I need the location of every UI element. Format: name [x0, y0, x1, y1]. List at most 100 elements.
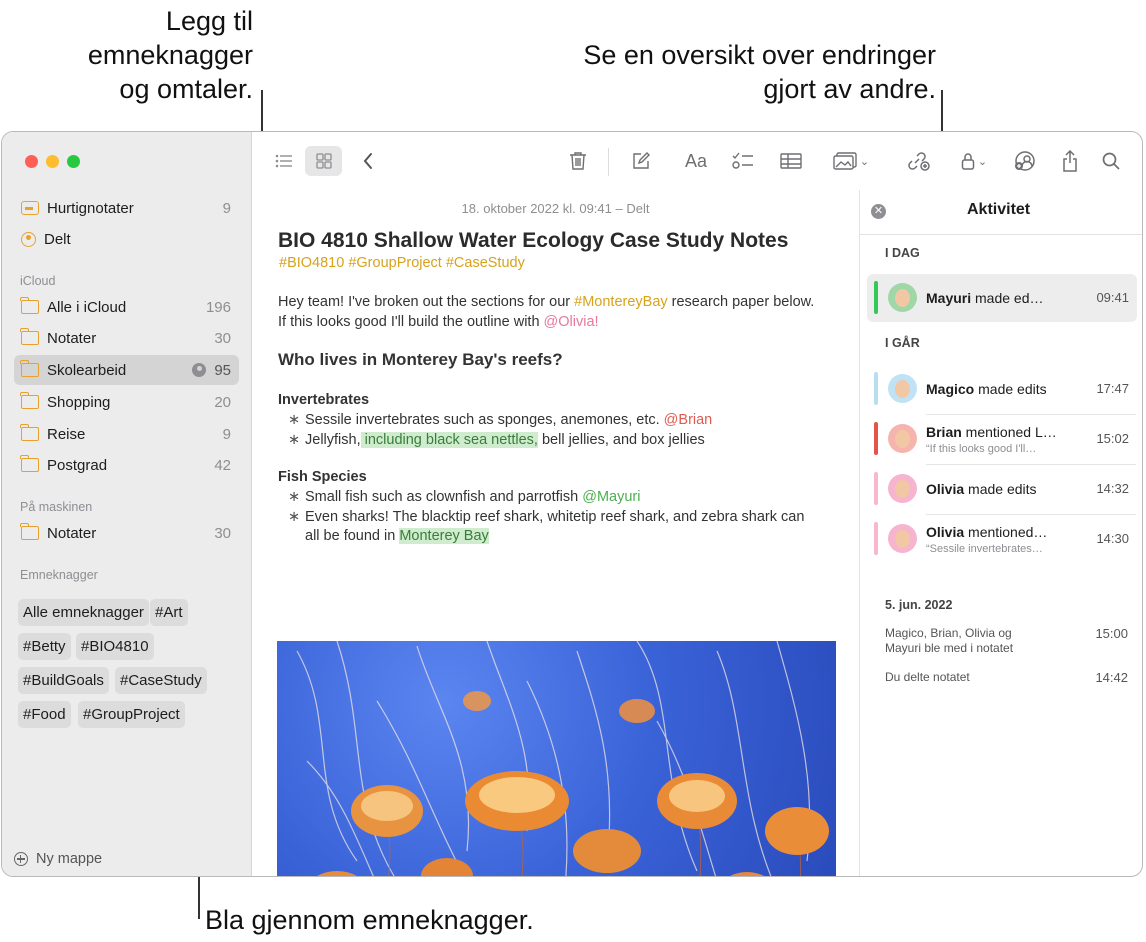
section-heading-invertebrates: Invertebrates	[278, 392, 370, 408]
text: bell jellies, and box jellies	[537, 431, 705, 448]
collaborate-icon[interactable]	[905, 148, 933, 174]
callout-line: og omtaler.	[119, 74, 253, 104]
new-folder-button[interactable]: Ny mappe	[14, 851, 102, 867]
history-time: 14:42	[1095, 670, 1128, 685]
sidebar-item-travel[interactable]: Reise 9	[14, 419, 239, 449]
avatar	[888, 474, 917, 503]
sidebar-item-mac-notes[interactable]: Notater 30	[14, 518, 239, 548]
activity-action: made edits	[964, 481, 1037, 497]
activity-color-bar	[874, 281, 878, 314]
tag-betty[interactable]: #Betty	[18, 633, 71, 660]
sidebar-item-count: 20	[214, 393, 231, 411]
bullet-list-fish: Small fish such as clownfish and parrotf…	[288, 488, 818, 547]
folder-icon	[20, 455, 39, 472]
activity-user: Olivia	[926, 481, 965, 497]
back-icon[interactable]	[356, 148, 380, 174]
highlighted-text: including black sea nettles,	[360, 431, 538, 448]
search-icon[interactable]	[1099, 148, 1123, 174]
callout-activity: Se en oversikt over endringer gjort av a…	[583, 38, 936, 106]
activity-user: Mayuri	[926, 290, 972, 306]
format-icon[interactable]: Aa	[681, 148, 711, 174]
activity-action: mentioned L…	[961, 424, 1057, 440]
activity-time: 14:32	[1096, 481, 1129, 496]
tag-food[interactable]: #Food	[18, 701, 71, 728]
close-icon[interactable]: ✕	[871, 204, 886, 219]
tag-buildgoals[interactable]: #BuildGoals	[18, 667, 109, 694]
trash-icon[interactable]	[566, 148, 590, 174]
gallery-view-icon[interactable]	[305, 146, 342, 176]
activity-row[interactable]: Mayuri made ed… 09:41	[867, 274, 1137, 322]
activity-text: Magico made edits	[926, 381, 1047, 397]
tag-groupproject[interactable]: #GroupProject	[78, 701, 185, 728]
sidebar-item-label: Postgrad	[47, 456, 108, 474]
mention-mayuri[interactable]: @Mayuri	[582, 489, 640, 505]
history-text: Magico, Brian, Olivia og	[885, 626, 1012, 640]
activity-color-bar	[874, 422, 878, 455]
sidebar-item-count: 42	[214, 456, 231, 474]
section-label-icloud: iCloud	[20, 274, 56, 288]
activity-icon[interactable]	[1011, 148, 1039, 174]
activity-snippet: “If this looks good I'll…	[926, 443, 1037, 455]
mention-brian[interactable]: @Brian	[664, 412, 713, 428]
sidebar-item-shared[interactable]: Delt	[14, 224, 239, 254]
notes-window: Hurtignotater 9 Delt iCloud Alle i iClou…	[1, 131, 1143, 877]
activity-title: Aktivitet	[967, 201, 1031, 218]
history-entry: Magico, Brian, Olivia og Mayuri ble med …	[885, 626, 1013, 656]
activity-row[interactable]: Olivia made edits 14:32	[867, 465, 1137, 513]
callout-line: gjort av andre.	[763, 74, 936, 104]
sidebar-item-quick-notes[interactable]: Hurtignotater 9	[14, 193, 239, 223]
sidebar-item-postgrad[interactable]: Postgrad 42	[14, 450, 239, 480]
jellyfish-photo[interactable]	[277, 641, 836, 876]
table-icon[interactable]	[778, 148, 804, 174]
activity-row[interactable]: Magico made edits 17:47	[867, 365, 1137, 413]
sidebar-item-label: Reise	[47, 425, 86, 443]
shared-icon	[21, 231, 36, 247]
callout-line: emneknagger	[87, 40, 253, 70]
shared-person-icon	[192, 363, 207, 377]
sidebar-item-notes[interactable]: Notater 30	[14, 323, 239, 353]
text: Jellyfish,	[305, 431, 361, 448]
activity-action: mentioned…	[964, 524, 1048, 540]
share-icon[interactable]	[1058, 148, 1082, 174]
chevron-down-icon: ⌄	[859, 155, 870, 168]
tag-art[interactable]: #Art	[150, 599, 188, 626]
note-editor[interactable]: 18. oktober 2022 kl. 09:41 – Delt BIO 48…	[252, 190, 859, 876]
lock-icon[interactable]: ⌄	[954, 148, 994, 174]
sidebar-item-shopping[interactable]: Shopping 20	[14, 387, 239, 417]
sidebar-item-all-icloud[interactable]: Alle i iCloud 196	[14, 292, 239, 322]
tag-all[interactable]: Alle emneknagger	[18, 599, 149, 626]
checklist-icon[interactable]	[730, 148, 756, 174]
sidebar-item-label: Delt	[44, 230, 71, 248]
activity-panel: ✕ Aktivitet I DAG Mayuri made ed… 09:41 …	[859, 190, 1142, 876]
callout-tags-mentions: Legg til emneknagger og omtaler.	[88, 4, 253, 106]
sidebar-item-label: Shopping	[47, 393, 111, 411]
activity-action: made edits	[974, 381, 1047, 397]
sidebar-item-label: Alle i iCloud	[47, 298, 127, 316]
list-view-icon[interactable]	[270, 148, 298, 174]
sidebar-item-count: 9	[222, 425, 231, 443]
activity-color-bar	[874, 372, 878, 405]
media-icon[interactable]: ⌄	[828, 148, 874, 174]
zoom-window-button[interactable]	[67, 155, 80, 168]
list-item: Even sharks! The blacktip reef shark, wh…	[288, 508, 818, 547]
day-label-history: 5. jun. 2022	[885, 598, 953, 612]
tag-casestudy[interactable]: #CaseStudy	[115, 667, 207, 694]
mention-olivia[interactable]: @Olivia!	[544, 314, 599, 330]
sidebar-item-school[interactable]: Skolearbeid 95	[14, 355, 239, 385]
activity-row[interactable]: Olivia mentioned… “Sessile invertebrates…	[867, 515, 1137, 563]
minimize-window-button[interactable]	[46, 155, 59, 168]
activity-color-bar	[874, 472, 878, 505]
note-tags[interactable]: #BIO4810 #GroupProject #CaseStudy	[279, 255, 525, 271]
compose-icon[interactable]	[629, 148, 653, 174]
history-entry: Du delte notatet	[885, 670, 970, 685]
tag-bio4810[interactable]: #BIO4810	[76, 633, 154, 660]
text: Small fish such as clownfish and parrotf…	[305, 489, 583, 505]
close-window-button[interactable]	[25, 155, 38, 168]
activity-text: Olivia made edits	[926, 481, 1037, 497]
inline-tag[interactable]: #MontereyBay	[574, 294, 668, 310]
activity-row[interactable]: Brian mentioned L… “If this looks good I…	[867, 415, 1137, 463]
activity-user: Magico	[926, 381, 975, 397]
activity-time: 09:41	[1096, 290, 1129, 305]
folder-icon	[20, 297, 39, 314]
sidebar-item-label: Hurtignotater	[47, 199, 134, 217]
